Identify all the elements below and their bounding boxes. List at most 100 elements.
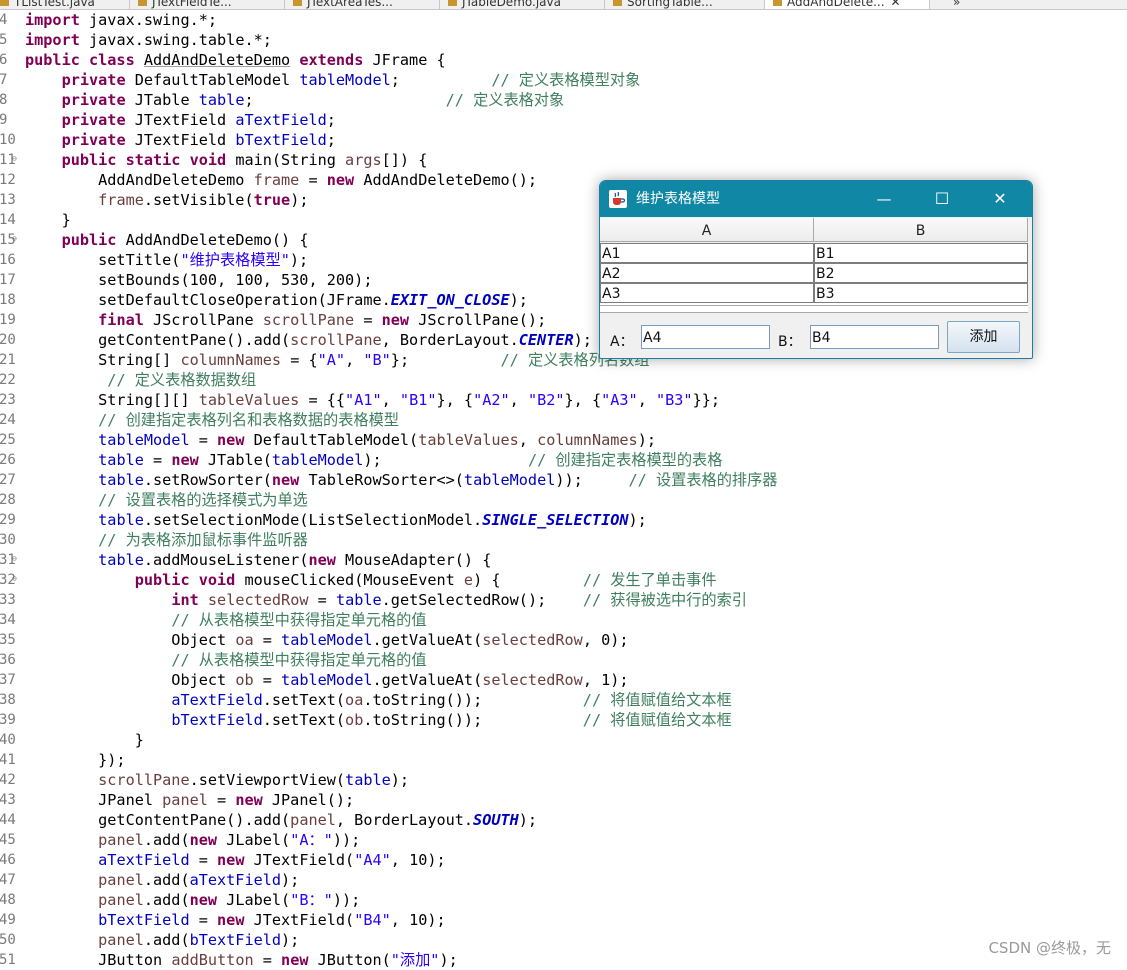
tab-close-icon[interactable]: ✕ (891, 0, 901, 9)
line-number: 8 (0, 92, 8, 108)
table-cell[interactable]: A1 (600, 243, 814, 263)
code-text: AddAndDeleteDemo frame = new AddAndDelet… (25, 170, 537, 190)
code-token: DefaultTableModel( (244, 431, 419, 449)
code-text: JButton addButton = new JButton("添加"); (25, 950, 458, 970)
maximize-button[interactable]: ☐ (913, 181, 971, 217)
line-number: 50 (0, 932, 16, 948)
code-line: 24 // 创建指定表格列名和表格数据的表格模型 (0, 410, 1127, 430)
code-token: JFrame { (363, 51, 446, 69)
java-file-icon (448, 0, 457, 6)
fold-toggle-icon[interactable]: ⊖ (12, 574, 21, 583)
code-line: 27 table.setRowSorter(new TableRowSorter… (0, 470, 1127, 490)
code-editor[interactable]: 4 import javax.swing.*; 5 import javax.swin… (0, 10, 1127, 969)
editor-tab[interactable]: JTextAreaTes... (285, 0, 440, 9)
fold-toggle-icon[interactable]: ⊖ (12, 554, 21, 563)
close-button[interactable]: ✕ (971, 181, 1029, 217)
editor-tab-bar: TListTest.java JTextFieldTe... JTextAreaTe… (0, 0, 1127, 10)
line-number: 38 (0, 692, 16, 708)
code-token: .setVisible( (143, 191, 254, 209)
code-token: private (61, 71, 126, 89)
code-token: = (354, 311, 382, 329)
code-line: 11 ⊖ public static void main(String args[… (0, 150, 1127, 170)
code-token: ); (363, 451, 528, 469)
code-token: Object (25, 631, 236, 649)
line-number: 25 (0, 432, 16, 448)
editor-tab[interactable]: TListTest.java (0, 0, 130, 9)
line-number: 4 (0, 12, 8, 28)
code-token: selectedRow (482, 631, 583, 649)
code-token: new (217, 431, 245, 449)
java-file-icon (293, 0, 302, 6)
code-token: JTextField( (244, 851, 355, 869)
code-token: tableModel (281, 671, 373, 689)
line-number: 14 (0, 212, 16, 228)
code-token: selectedRow (482, 671, 583, 689)
code-token: new (171, 451, 199, 469)
code-token: JButton (25, 951, 172, 969)
code-line: 44 getContentPane().add(panel, BorderLay… (0, 810, 1127, 830)
editor-tab-label: JTextAreaTes... (307, 0, 393, 9)
a-text-field[interactable]: A4 (641, 325, 770, 349)
editor-tab[interactable]: JTextFieldTe... (130, 0, 285, 9)
code-token: true (253, 191, 291, 209)
code-token: ); (290, 191, 309, 209)
minimize-button[interactable]: — (855, 181, 913, 217)
code-token: = (207, 791, 236, 809)
code-line: 45 panel.add(new JLabel("A：")); (0, 830, 1127, 850)
code-token: JPanel (25, 791, 163, 809)
line-number: 6 (0, 52, 8, 68)
line-number: 39 (0, 712, 16, 728)
code-token: "维护表格模型" (180, 251, 290, 269)
table-body: A1 B1 A2 B2 A3 B3 (600, 243, 1028, 305)
fold-toggle-icon[interactable]: ⊖ (12, 234, 21, 243)
editor-tab[interactable]: JTableDemo.java (440, 0, 605, 9)
code-token: mouseClicked(MouseEvent (235, 571, 464, 589)
add-button[interactable]: 添加 (947, 321, 1020, 353)
code-token: args (345, 151, 382, 169)
fold-toggle-icon[interactable]: ⊖ (12, 154, 21, 163)
table-cell[interactable]: A3 (600, 283, 814, 303)
code-token: } (25, 211, 71, 229)
table-cell[interactable]: B2 (814, 263, 1028, 283)
code-line: 37 Object ob = tableModel.getValueAt(sel… (0, 670, 1127, 690)
table-cell[interactable]: B3 (814, 283, 1028, 303)
code-text: getContentPane().add(scrollPane, BorderL… (25, 330, 592, 350)
window-titlebar[interactable]: 维护表格模型 — ☐ ✕ (600, 181, 1032, 217)
code-token: new (189, 831, 218, 849)
tab-overflow-icon[interactable]: » (945, 0, 968, 9)
java-file-icon (773, 0, 782, 6)
code-token: table (98, 451, 144, 469)
code-text: private JTable table; // 定义表格对象 (25, 90, 565, 110)
b-text-field[interactable]: B4 (810, 325, 939, 349)
code-line: 38 aTextField.setText(oa.toString()); //… (0, 690, 1127, 710)
code-line: 10 private JTextField bTextField; (0, 130, 1127, 150)
code-token: CENTER (518, 331, 574, 349)
code-token: }}; (692, 391, 720, 409)
code-token: .setViewportView( (189, 771, 346, 789)
label-a: A： (610, 334, 634, 350)
editor-tab[interactable]: SortingTable... (605, 0, 765, 9)
line-number: 40 (0, 732, 16, 748)
line-number: 23 (0, 392, 16, 408)
code-token: // 获得被选中行的索引 (582, 591, 747, 609)
code-text: panel.add(new JLabel("A：")); (25, 830, 360, 850)
column-header-a[interactable]: A (600, 218, 814, 242)
editor-tab[interactable]: AddAndDelete... ✕ (765, 0, 930, 9)
code-token: columnNames (180, 351, 282, 369)
code-text: } (25, 210, 71, 230)
code-token: setBounds(100, 100, 530, 200); (25, 271, 373, 289)
code-line: 6 public class AddAndDeleteDemo extends J… (0, 50, 1127, 70)
code-token: .add( (143, 871, 190, 889)
table-cell[interactable]: A2 (600, 263, 814, 283)
column-header-b[interactable]: B (814, 218, 1028, 242)
table-cell[interactable]: B1 (814, 243, 1028, 263)
code-text: }); (25, 750, 125, 770)
